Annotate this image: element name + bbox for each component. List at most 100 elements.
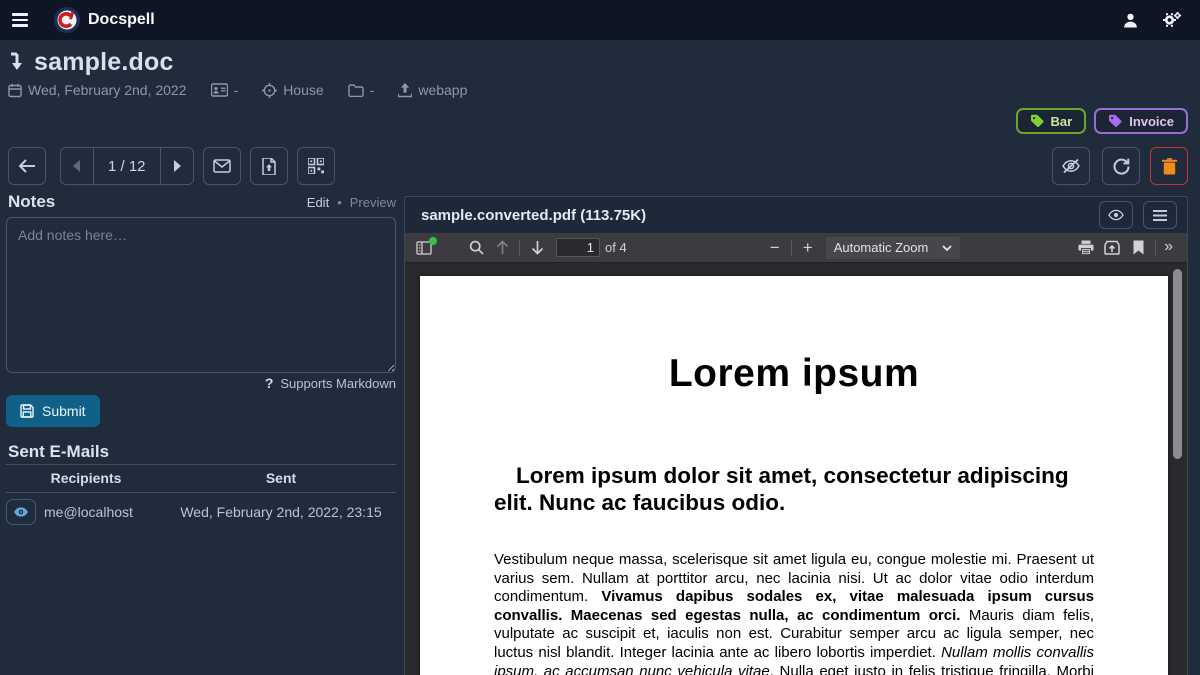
markdown-hint: ? Supports Markdown bbox=[265, 375, 396, 391]
arrow-up-icon bbox=[496, 240, 509, 255]
id-card-icon bbox=[211, 83, 228, 97]
eye-icon bbox=[13, 506, 29, 518]
docspell-logo-icon bbox=[54, 7, 80, 33]
pdf-page: Lorem ipsum Lorem ipsum dolor sit amet, … bbox=[420, 276, 1168, 675]
concerning-item: House bbox=[262, 82, 323, 98]
pdf-prev-page-button[interactable] bbox=[489, 236, 515, 260]
pdf-more-tools-button[interactable]: » bbox=[1160, 238, 1181, 258]
pagination-group: 1 / 12 bbox=[60, 147, 194, 185]
pdf-doc-title: Lorem ipsum bbox=[420, 352, 1168, 396]
attachment-view-button[interactable] bbox=[1099, 201, 1133, 229]
pdf-page-total: of 4 bbox=[605, 240, 627, 255]
printer-icon bbox=[1078, 240, 1094, 255]
qr-code-button[interactable] bbox=[297, 147, 335, 185]
qr-code-icon bbox=[308, 158, 324, 174]
tags-row: Bar Invoice bbox=[1016, 108, 1188, 134]
notes-header: Notes Edit • Preview bbox=[8, 192, 396, 212]
prev-item-button[interactable] bbox=[61, 148, 93, 184]
sidebar-notification-dot bbox=[429, 237, 437, 245]
add-files-button[interactable] bbox=[250, 147, 288, 185]
hide-preview-button[interactable] bbox=[1052, 147, 1090, 185]
item-position-indicator: 1 / 12 bbox=[93, 148, 160, 184]
user-icon[interactable] bbox=[1118, 8, 1142, 32]
item-folder: - bbox=[370, 82, 375, 98]
eye-icon bbox=[1108, 209, 1124, 221]
pdf-page-input[interactable] bbox=[556, 238, 600, 257]
pdfjs-toolbar: of 4 − + Automatic Zoom » bbox=[405, 233, 1187, 263]
question-mark-icon[interactable]: ? bbox=[265, 375, 274, 391]
submit-notes-button[interactable]: Submit bbox=[6, 395, 100, 427]
pdf-scrollbar-thumb[interactable] bbox=[1173, 269, 1182, 459]
envelope-icon bbox=[213, 159, 231, 173]
folder-item: - bbox=[348, 82, 375, 98]
attachment-panel: sample.converted.pdf (113.75K) of 4 bbox=[404, 196, 1188, 675]
reprocess-button[interactable] bbox=[1102, 147, 1140, 185]
sent-emails-header-row: Recipients Sent bbox=[6, 465, 396, 493]
source-item: webapp bbox=[398, 82, 467, 98]
notes-mode-separator: • bbox=[337, 195, 342, 210]
tag-chip-invoice[interactable]: Invoice bbox=[1094, 108, 1188, 134]
notes-preview-link[interactable]: Preview bbox=[350, 195, 396, 210]
menu-lines-icon bbox=[1153, 210, 1167, 221]
pdf-search-button[interactable] bbox=[463, 236, 489, 260]
folder-icon bbox=[348, 84, 364, 97]
crosshair-icon bbox=[262, 83, 277, 98]
view-email-button[interactable] bbox=[6, 499, 36, 525]
download-save-icon bbox=[1104, 240, 1120, 255]
attachment-header: sample.converted.pdf (113.75K) bbox=[405, 197, 1187, 233]
arrow-down-icon bbox=[531, 240, 544, 255]
sent-email-row[interactable]: me@localhost Wed, February 2nd, 2022, 23… bbox=[6, 493, 396, 531]
notes-textarea[interactable] bbox=[6, 217, 396, 373]
document-meta-row: Wed, February 2nd, 2022 - House - webapp bbox=[8, 82, 467, 98]
item-toolbar: 1 / 12 bbox=[8, 147, 1188, 185]
tag-icon bbox=[1108, 114, 1122, 128]
pdf-bookmark-button[interactable] bbox=[1125, 236, 1151, 260]
sidebar-toggle-button[interactable] bbox=[411, 236, 437, 260]
date-item: Wed, February 2nd, 2022 bbox=[8, 82, 187, 98]
download-arrow-icon[interactable] bbox=[8, 51, 24, 75]
upload-icon bbox=[398, 83, 412, 98]
pdf-next-page-button[interactable] bbox=[524, 236, 550, 260]
email-recipient: me@localhost bbox=[44, 504, 166, 520]
notes-edit-link[interactable]: Edit bbox=[307, 195, 329, 210]
save-icon bbox=[20, 404, 34, 418]
top-navbar: Docspell bbox=[0, 0, 1200, 40]
email-sent-date: Wed, February 2nd, 2022, 23:15 bbox=[166, 504, 396, 520]
attachment-menu-button[interactable] bbox=[1143, 201, 1177, 229]
send-mail-button[interactable] bbox=[203, 147, 241, 185]
back-button[interactable] bbox=[8, 147, 46, 185]
chevron-down-icon bbox=[942, 245, 952, 251]
pdf-viewport[interactable]: Lorem ipsum Lorem ipsum dolor sit amet, … bbox=[405, 263, 1187, 675]
tag-label: Invoice bbox=[1129, 114, 1174, 129]
tag-chip-bar[interactable]: Bar bbox=[1016, 108, 1087, 134]
pdf-print-button[interactable] bbox=[1073, 236, 1099, 260]
app-title: Docspell bbox=[88, 11, 155, 29]
menu-hamburger-icon[interactable] bbox=[0, 0, 40, 40]
document-title-row: sample.doc bbox=[8, 48, 174, 77]
correspondent-item: - bbox=[211, 82, 239, 98]
trash-icon bbox=[1162, 158, 1177, 175]
pdf-doc-body: Vestibulum neque massa, scelerisque sit … bbox=[494, 551, 1094, 675]
item-source: webapp bbox=[418, 82, 467, 98]
app-brand[interactable]: Docspell bbox=[54, 7, 155, 33]
column-recipients: Recipients bbox=[6, 470, 166, 486]
refresh-icon bbox=[1113, 158, 1130, 175]
zoom-out-button[interactable]: − bbox=[763, 238, 787, 258]
zoom-in-button[interactable]: + bbox=[796, 238, 820, 258]
next-item-button[interactable] bbox=[160, 148, 193, 184]
notes-title: Notes bbox=[8, 192, 55, 212]
settings-gears-icon[interactable] bbox=[1160, 8, 1184, 32]
file-upload-icon bbox=[262, 158, 276, 175]
calendar-icon bbox=[8, 83, 22, 98]
page-title: sample.doc bbox=[34, 48, 174, 77]
column-sent: Sent bbox=[166, 470, 396, 486]
pdf-doc-heading: Lorem ipsum dolor sit amet, consectetur … bbox=[494, 462, 1094, 516]
zoom-level-select[interactable]: Automatic Zoom bbox=[826, 237, 961, 259]
item-correspondent: - bbox=[234, 82, 239, 98]
tag-icon bbox=[1030, 114, 1044, 128]
sent-emails-table: Recipients Sent me@localhost Wed, Februa… bbox=[6, 464, 396, 531]
pdf-download-button[interactable] bbox=[1099, 236, 1125, 260]
item-date: Wed, February 2nd, 2022 bbox=[28, 82, 187, 98]
item-concerning: House bbox=[283, 82, 323, 98]
delete-item-button[interactable] bbox=[1150, 147, 1188, 185]
